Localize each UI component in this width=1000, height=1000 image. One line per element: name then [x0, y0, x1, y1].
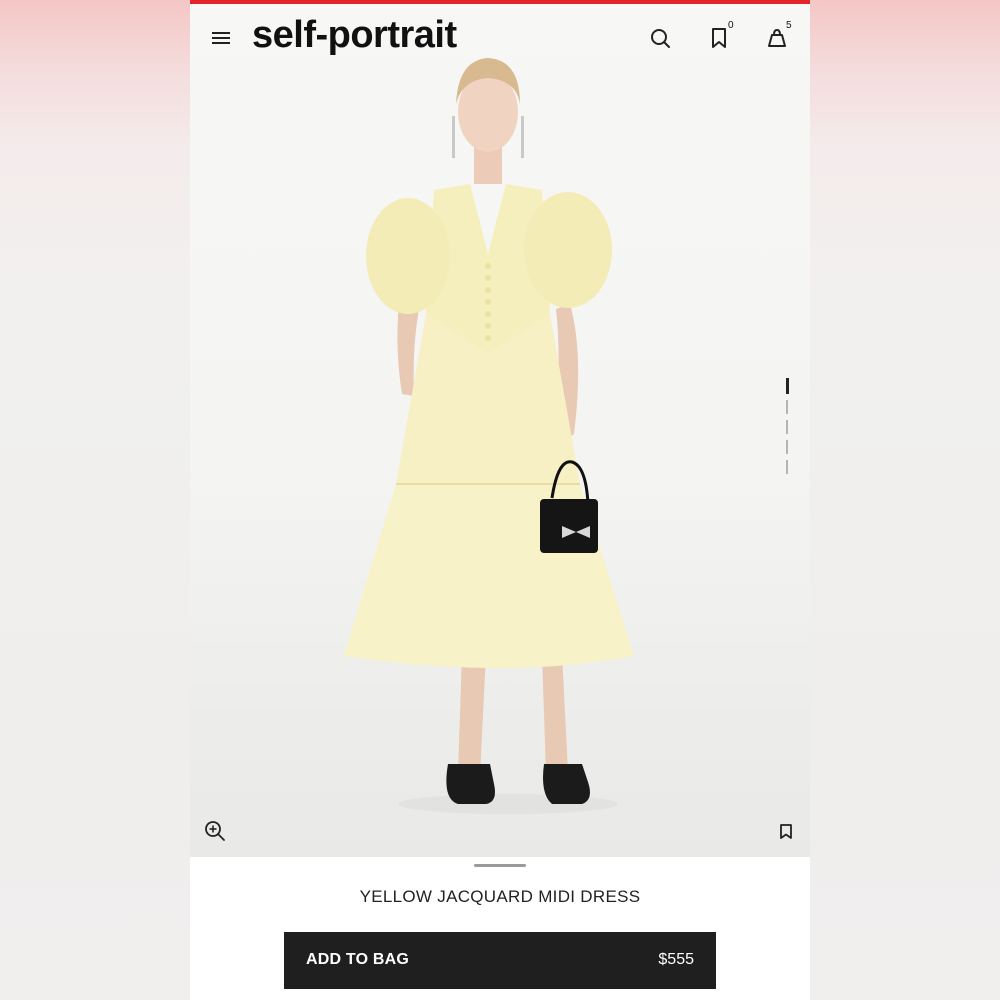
pager-dot — [786, 420, 788, 434]
brand-logo[interactable]: self-portrait — [252, 14, 457, 57]
product-title: YELLOW JACQUARD MIDI DRESS — [359, 887, 641, 906]
product-photo[interactable] — [190, 4, 810, 857]
blurred-background-right — [810, 0, 1000, 1000]
pager-dot — [786, 400, 788, 414]
drag-handle[interactable] — [474, 864, 526, 867]
wishlist-count-badge: 0 — [728, 20, 734, 31]
pager-dot — [786, 440, 788, 454]
bookmark-icon[interactable] — [778, 823, 794, 840]
image-pagination-indicator — [786, 378, 789, 474]
product-page: self-portrait 0 5 YELLOW JACQUARD MIDI D… — [190, 0, 810, 1000]
site-header: self-portrait 0 5 — [190, 4, 810, 70]
product-info-sheet: YELLOW JACQUARD MIDI DRESS ADD TO BAG $5… — [190, 857, 810, 1000]
bag-count-badge: 5 — [786, 20, 792, 31]
blurred-background-left — [0, 0, 190, 1000]
model-wearing-dress-image — [344, 58, 634, 814]
add-to-bag-label: ADD TO BAG — [306, 951, 410, 968]
product-price: $555 — [658, 951, 694, 968]
pager-dot-active — [786, 378, 789, 394]
zoom-in-icon[interactable] — [204, 820, 226, 842]
search-icon[interactable] — [648, 26, 672, 50]
hamburger-icon[interactable] — [212, 31, 230, 45]
pager-dot — [786, 460, 788, 474]
add-to-bag-button[interactable]: ADD TO BAG $555 — [284, 932, 716, 989]
